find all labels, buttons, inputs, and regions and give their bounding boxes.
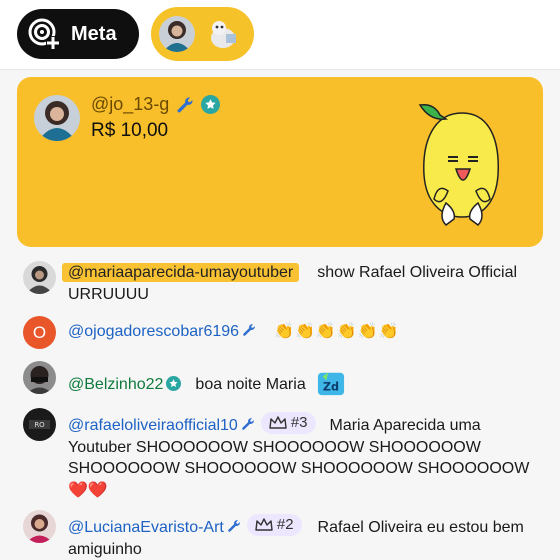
meta-label: Meta: [71, 22, 117, 45]
avatar[interactable]: [23, 261, 56, 294]
message-text: boa noite Maria: [195, 376, 306, 393]
verified-icon: [201, 95, 221, 114]
author-name[interactable]: @rafaeloliveiraofficial10: [68, 417, 238, 434]
super-chat-card[interactable]: @jo_13-g R$ 10,00: [17, 77, 543, 247]
avatar[interactable]: [23, 361, 56, 394]
rank-badge: #2: [246, 514, 302, 536]
lemon-sticker: [418, 103, 499, 226]
avatar[interactable]: RO: [23, 408, 56, 441]
svg-text:Zd: Zd: [323, 380, 339, 393]
pinned-supporters[interactable]: [151, 7, 254, 61]
avatar[interactable]: [159, 16, 195, 52]
author-name[interactable]: @Belzinho22: [68, 376, 163, 393]
meta-button[interactable]: Meta: [17, 9, 139, 59]
message-text: 👏👏👏👏👏👏: [274, 323, 400, 340]
message-body: @LucianaEvaristo-Art #2 Rafael Oliveira e…: [68, 514, 534, 560]
author-name[interactable]: @mariaaparecida-umayoutuber: [62, 263, 300, 282]
svg-text:RO: RO: [34, 421, 45, 429]
rank-badge: #3: [260, 412, 316, 434]
wrench-icon: [243, 324, 255, 336]
list-item[interactable]: @mariaaparecida-umayoutuber show Rafael O…: [0, 258, 560, 308]
super-chat-author[interactable]: @jo_13-g: [91, 94, 221, 115]
author-name[interactable]: @ojogadorescobar6196: [68, 323, 239, 340]
avatar-letter: O: [32, 322, 47, 342]
rank-label: #2: [276, 516, 294, 534]
crown-icon: [269, 416, 287, 429]
wrench-icon: [228, 520, 240, 532]
list-item[interactable]: O @ojogadorescobar6196 👏👏👏👏👏👏: [0, 316, 560, 352]
message-body: @rafaeloliveiraofficial10 #3 Maria Aparec…: [68, 412, 534, 501]
verified-icon: [166, 376, 182, 391]
add-channel-icon: [28, 18, 60, 50]
super-chat-amount: R$ 10,00: [91, 120, 169, 141]
list-item[interactable]: RO @rafaeloliveiraofficial10 #3 Maria Apa…: [0, 406, 560, 500]
avatar[interactable]: [23, 510, 56, 543]
message-body: @Belzinho22 boa noite Maria Zd: [68, 369, 534, 397]
message-body: @mariaaparecida-umayoutuber show Rafael O…: [62, 262, 534, 305]
avatar[interactable]: O: [23, 316, 56, 349]
list-item[interactable]: @Belzinho22 boa noite Maria Zd: [0, 361, 560, 399]
top-bar: Meta: [0, 0, 560, 70]
custom-emoji-icon: Zd: [318, 372, 345, 396]
message-body: @ojogadorescobar6196 👏👏👏👏👏👏: [68, 321, 534, 343]
crown-icon: [255, 518, 273, 531]
wrench-icon: [177, 97, 193, 112]
super-chat-handle: @jo_13-g: [91, 94, 170, 114]
avatar[interactable]: [34, 95, 80, 141]
wrench-icon: [242, 418, 254, 430]
rank-label: #3: [290, 414, 308, 432]
sticker-avatar[interactable]: [205, 16, 241, 52]
list-item[interactable]: @LucianaEvaristo-Art #2 Rafael Oliveira e…: [0, 508, 560, 560]
author-name[interactable]: @LucianaEvaristo-Art: [68, 519, 224, 536]
